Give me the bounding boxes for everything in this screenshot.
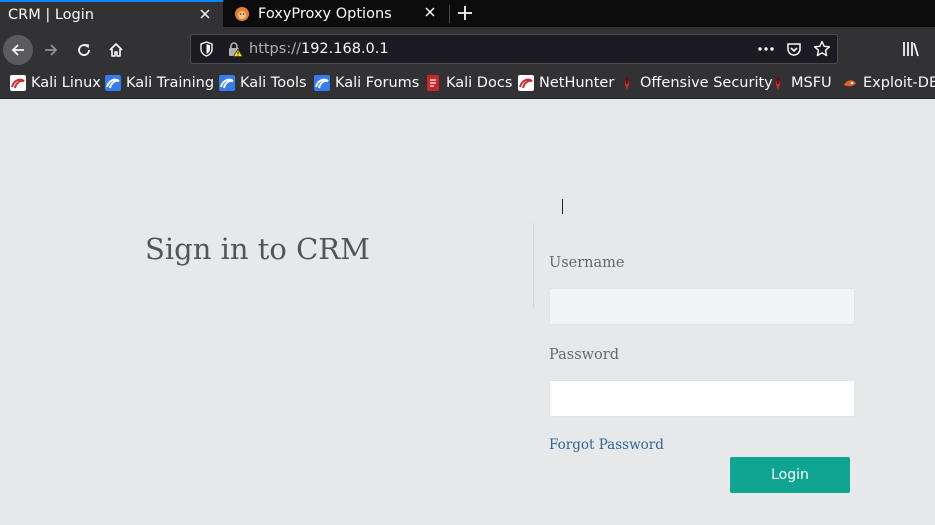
forward-button[interactable] (36, 35, 66, 65)
home-button[interactable] (101, 35, 131, 65)
tab-crm-login[interactable]: CRM | Login (0, 0, 223, 27)
arrow-right-icon (45, 44, 58, 56)
kali-docs-icon (427, 75, 439, 91)
tab-foxyproxy-options[interactable]: FoxyProxy Options (224, 0, 448, 27)
url-host: 192.168.0.1 (300, 41, 389, 57)
offsec-icon (625, 76, 629, 90)
username-input[interactable] (549, 288, 855, 325)
vertical-divider (533, 223, 534, 307)
exploit-db-icon (844, 80, 856, 87)
page-title: Sign in to CRM (145, 232, 370, 266)
bookmark-label: Kali Tools (240, 75, 307, 91)
bookmark-kali-training[interactable]: Kali Training (105, 75, 214, 91)
home-icon (109, 43, 123, 57)
url-bar[interactable]: https://192.168.0.1 (190, 34, 838, 64)
navigation-toolbar: https://192.168.0.1 (0, 27, 935, 71)
bookmark-kali-tools[interactable]: Kali Tools (219, 75, 307, 91)
tab-separator (449, 5, 450, 23)
insecure-lock-icon[interactable] (227, 41, 244, 61)
bookmark-label: Kali Forums (335, 75, 420, 91)
bookmarks-toolbar: Kali Linux Kali Training Kali Tools Kali… (0, 71, 935, 99)
arrow-left-icon (11, 44, 24, 56)
page-actions-menu-icon[interactable] (757, 41, 775, 61)
url-scheme: https:// (249, 41, 301, 57)
tab-title: FoxyProxy Options (258, 5, 392, 22)
bookmark-label: NetHunter (539, 75, 615, 91)
page-content: Sign in to CRM Username Password Forgot … (0, 99, 935, 525)
bookmark-kali-docs[interactable]: Kali Docs (425, 75, 512, 91)
tab-strip: CRM | Login FoxyProxy Options (0, 0, 935, 27)
bookmark-label: MSFU (791, 75, 832, 91)
kali-training-icon (105, 75, 121, 91)
bookmark-nethunter[interactable]: NetHunter (518, 75, 614, 91)
msfu-icon (776, 76, 780, 90)
close-tab-icon[interactable] (197, 6, 213, 22)
bookmark-offensive-security[interactable]: Offensive Security (619, 75, 773, 91)
back-button[interactable] (3, 35, 33, 65)
reload-icon (78, 44, 90, 56)
plus-icon (458, 6, 472, 20)
kali-tools-icon (219, 75, 235, 91)
kali-forums-icon (314, 75, 330, 91)
bookmark-label: Kali Docs (446, 75, 513, 91)
bookmark-star-icon[interactable] (813, 40, 831, 62)
bookmark-kali-linux[interactable]: Kali Linux (10, 75, 101, 91)
nethunter-icon (518, 75, 534, 91)
tracking-protection-shield-icon[interactable] (199, 41, 214, 61)
username-label: Username (549, 255, 625, 271)
text-caret (562, 199, 563, 214)
bookmark-msfu[interactable]: MSFU (770, 75, 832, 91)
bookmark-exploit-db[interactable]: Exploit-DB (842, 75, 935, 91)
login-button[interactable]: Login (730, 457, 850, 493)
url-text[interactable]: https://192.168.0.1 (249, 41, 389, 57)
new-tab-button[interactable] (452, 1, 478, 25)
foxyproxy-favicon-icon (235, 6, 249, 21)
close-tab-icon[interactable] (422, 4, 438, 20)
bookmark-label: Kali Training (126, 75, 215, 91)
password-input[interactable] (549, 380, 855, 417)
bookmark-kali-forums[interactable]: Kali Forums (314, 75, 419, 91)
tab-title: CRM | Login (8, 6, 94, 23)
bookmark-label: Kali Linux (31, 75, 101, 91)
bookmark-label: Exploit-DB (863, 75, 935, 91)
forgot-password-link[interactable]: Forgot Password (549, 437, 664, 453)
library-icon[interactable] (902, 41, 920, 61)
pocket-icon[interactable] (786, 41, 802, 61)
kali-dragon-icon (10, 75, 26, 91)
bookmark-label: Offensive Security (640, 75, 773, 91)
password-label: Password (549, 347, 619, 363)
reload-button[interactable] (69, 35, 99, 65)
